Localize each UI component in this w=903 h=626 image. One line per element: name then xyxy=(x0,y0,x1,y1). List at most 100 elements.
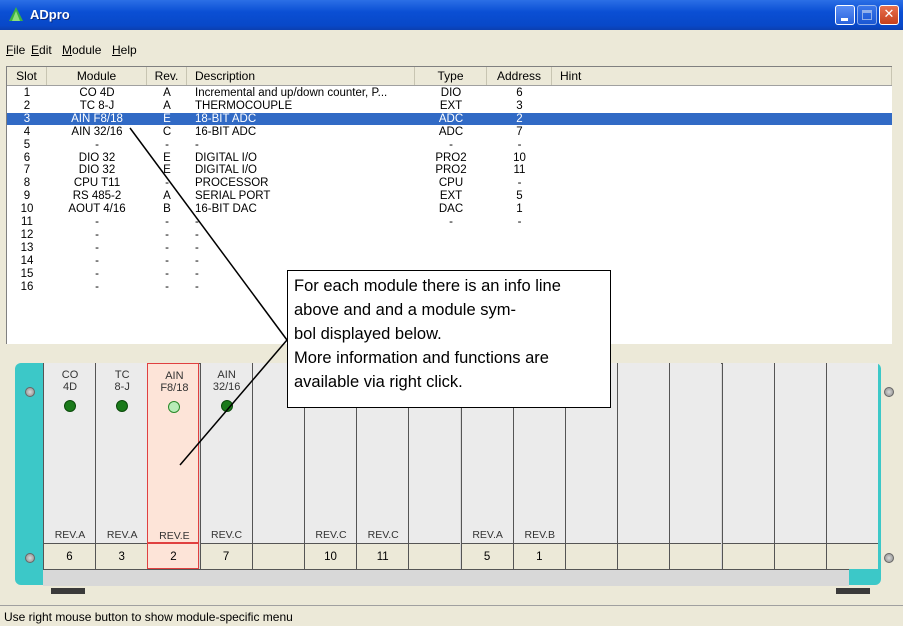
cell-description: DIGITAL I/O xyxy=(195,164,257,177)
screw-icon xyxy=(25,553,35,563)
slot-address: 1 xyxy=(512,543,565,569)
header-module[interactable]: Module xyxy=(47,67,147,85)
cell-type: CPU xyxy=(438,177,464,190)
cell-type: EXT xyxy=(439,190,463,203)
cell-slot: 10 xyxy=(20,203,34,216)
rack-slot[interactable] xyxy=(826,363,878,543)
slot-address: 3 xyxy=(95,543,148,569)
cell-module: TC 8-J xyxy=(79,99,115,112)
cell-slot: 11 xyxy=(21,216,33,228)
cell-module: - xyxy=(95,138,99,151)
cell-rev: E xyxy=(163,151,171,164)
table-row[interactable]: 2 TC 8-J A THERMOCOUPLE EXT 3 xyxy=(7,100,892,112)
cell-address: 3 xyxy=(516,99,523,112)
header-hint[interactable]: Hint xyxy=(552,67,892,85)
cell-address: 7 xyxy=(516,125,523,138)
status-led-icon xyxy=(220,400,233,412)
cell-slot: 16 xyxy=(20,280,34,293)
slot-module-name: TC xyxy=(114,369,130,381)
header-slot[interactable]: Slot xyxy=(7,67,47,85)
cell-type: - xyxy=(449,138,453,151)
table-row[interactable]: 4 AIN 32/16 C 16-BIT ADC ADC 7 xyxy=(7,126,892,138)
table-row[interactable]: 11 - - - - - xyxy=(7,216,892,228)
table-row[interactable]: 14 - - - xyxy=(7,255,892,267)
header-address[interactable]: Address xyxy=(487,67,552,85)
rack-slot[interactable]: AIN 32/16 REV.C xyxy=(199,363,252,543)
screw-icon xyxy=(25,387,35,397)
maximize-icon xyxy=(862,10,872,20)
screw-icon xyxy=(884,387,894,397)
rack-slot[interactable]: CO 4D REV.A xyxy=(43,363,95,543)
rack-foot-left xyxy=(51,588,85,594)
slot-module-name: AIN xyxy=(217,369,236,381)
table-row[interactable]: 10 AOUT 4/16 B 16-BIT DAC DAC 1 xyxy=(7,203,892,215)
table-row[interactable]: 8 CPU T11 - PROCESSOR CPU - xyxy=(7,177,892,189)
cell-type: PRO2 xyxy=(435,164,467,177)
cell-module: AIN F8/18 xyxy=(71,112,123,125)
rack-slot[interactable] xyxy=(669,363,722,543)
cell-slot: 4 xyxy=(23,125,31,138)
table-row[interactable]: 12 - - - xyxy=(7,229,892,241)
header-rev[interactable]: Rev. xyxy=(147,67,187,85)
cell-slot: 2 xyxy=(23,99,31,112)
table-row[interactable]: 6 DIO 32 E DIGITAL I/O PRO2 10 xyxy=(7,152,892,164)
cell-slot: 3 xyxy=(23,112,31,125)
rack-slot[interactable]: AIN F8/18 REV.E xyxy=(147,363,200,543)
menu-file[interactable]: File xyxy=(6,43,25,57)
callout-text: For each module there is an info line ab… xyxy=(294,277,561,391)
cell-rev: E xyxy=(163,164,171,177)
menu-help[interactable]: Help xyxy=(112,43,137,57)
menu-edit[interactable]: Edit xyxy=(31,43,52,57)
menu-bar: File Edit Module Help xyxy=(0,40,903,60)
close-icon: ✕ xyxy=(883,7,895,22)
minimize-button[interactable] xyxy=(835,5,855,25)
maximize-button[interactable] xyxy=(857,5,877,25)
rack-slot[interactable]: TC 8-J REV.A xyxy=(95,363,148,543)
status-led-icon xyxy=(116,400,129,412)
table-row[interactable]: 13 - - - xyxy=(7,242,892,254)
cell-type: DIO xyxy=(440,87,462,99)
cell-hint xyxy=(560,242,890,254)
cell-module: - xyxy=(95,228,99,241)
cell-hint xyxy=(560,139,890,151)
app-logo-icon xyxy=(9,7,23,21)
cell-hint xyxy=(560,87,890,99)
cell-type xyxy=(415,255,487,267)
cell-rev: - xyxy=(165,216,169,228)
rack-slot[interactable] xyxy=(721,363,774,543)
cell-slot: 12 xyxy=(20,228,34,241)
cell-type: DAC xyxy=(438,203,464,216)
header-description[interactable]: Description xyxy=(187,67,415,85)
table-row[interactable]: 3 AIN F8/18 E 18-BIT ADC ADC 2 xyxy=(7,112,892,125)
cell-slot: 6 xyxy=(23,151,31,164)
cell-rev: E xyxy=(163,112,171,125)
table-row[interactable]: 5 - - - - - xyxy=(7,139,892,151)
cell-address: - xyxy=(517,177,522,190)
cell-address: - xyxy=(517,138,522,151)
cell-type xyxy=(415,229,487,241)
cell-description: 18-BIT ADC xyxy=(195,112,257,125)
header-type[interactable]: Type xyxy=(415,67,487,85)
table-row[interactable]: 7 DIO 32 E DIGITAL I/O PRO2 11 xyxy=(7,164,892,176)
cell-type: ADC xyxy=(438,112,464,125)
rack-slot[interactable] xyxy=(773,363,826,543)
slot-address: 10 xyxy=(304,543,356,569)
cell-type: EXT xyxy=(439,99,463,112)
table-row[interactable]: 9 RS 485-2 A SERIAL PORT EXT 5 xyxy=(7,190,892,202)
cell-module: DIO 32 xyxy=(78,164,116,177)
cell-slot: 1 xyxy=(23,87,31,99)
rack-slot[interactable] xyxy=(617,363,670,543)
cell-rev: - xyxy=(165,254,169,267)
slot-module-variant: 4D xyxy=(62,381,78,393)
cell-rev: - xyxy=(165,241,169,254)
cell-description: - xyxy=(195,216,199,228)
cell-address: 5 xyxy=(516,190,523,203)
table-row[interactable]: 1 CO 4D A Incremental and up/down counter, … xyxy=(7,87,892,99)
cell-type: PRO2 xyxy=(435,151,467,164)
menu-module[interactable]: Module xyxy=(62,43,101,57)
cell-module: DIO 32 xyxy=(78,151,116,164)
slot-revision: REV.E xyxy=(159,530,190,542)
close-button[interactable]: ✕ xyxy=(879,5,899,25)
title-bar[interactable]: ADpro ✕ xyxy=(0,0,903,30)
slot-address xyxy=(565,543,617,569)
